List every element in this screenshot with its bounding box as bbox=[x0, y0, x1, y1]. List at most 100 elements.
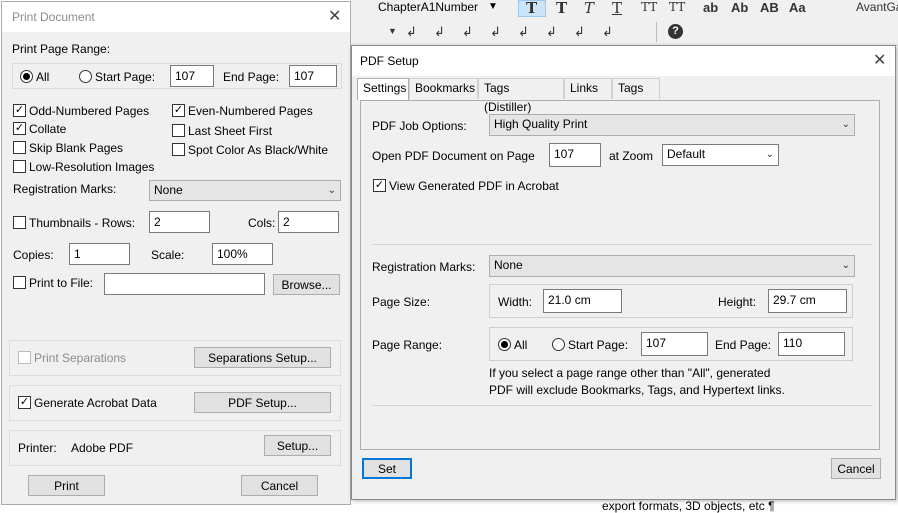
end-page-input[interactable]: 107 bbox=[289, 65, 337, 87]
print-separations-label: Print Separations bbox=[34, 351, 127, 365]
tab-links[interactable]: Links bbox=[564, 78, 612, 99]
printer-label: Printer: bbox=[18, 441, 57, 455]
indent-icon-6[interactable]: ↲ bbox=[546, 24, 557, 40]
indent-icon-8[interactable]: ↲ bbox=[602, 24, 613, 40]
separations-setup-button[interactable]: Separations Setup... bbox=[194, 347, 331, 368]
height-input[interactable]: 29.7 cm bbox=[768, 289, 847, 313]
copies-input[interactable]: 1 bbox=[69, 243, 130, 265]
settings-separator-1 bbox=[372, 244, 872, 245]
indent-icon-5[interactable]: ↲ bbox=[518, 24, 529, 40]
height-label: Height: bbox=[718, 295, 757, 309]
superscript-icon[interactable]: TT bbox=[641, 0, 657, 14]
tab-bookmarks[interactable]: Bookmarks bbox=[409, 78, 478, 99]
italic-icon[interactable]: T bbox=[584, 0, 594, 17]
thumbnails-checkbox[interactable] bbox=[13, 216, 26, 229]
tab-settings[interactable]: Settings bbox=[357, 78, 409, 100]
browse-button[interactable]: Browse... bbox=[273, 274, 340, 295]
indent-icon-4[interactable]: ↲ bbox=[490, 24, 501, 40]
print-to-file-checkbox[interactable] bbox=[13, 276, 26, 289]
set-button[interactable]: Set bbox=[362, 458, 412, 479]
style-dropdown[interactable]: ChapterA1Number ▼ bbox=[374, 0, 502, 16]
pdf-end-page-input[interactable]: 110 bbox=[778, 332, 845, 356]
pdf-all-pages-label: All bbox=[514, 338, 528, 352]
toolbar-divider bbox=[656, 22, 657, 42]
smallcaps-icon[interactable]: Aa bbox=[789, 0, 806, 15]
underline-icon[interactable]: T bbox=[612, 0, 622, 17]
registration-marks-select[interactable]: None ⌄ bbox=[149, 180, 341, 201]
pdf-cancel-button[interactable]: Cancel bbox=[831, 458, 881, 479]
generate-acrobat-checkbox[interactable]: ✓ bbox=[18, 396, 31, 409]
uppercase-icon[interactable]: AB bbox=[760, 0, 779, 15]
pdf-start-page-radio[interactable] bbox=[552, 338, 565, 351]
job-options-select[interactable]: High Quality Print ⌄ bbox=[489, 114, 855, 136]
open-on-page-input[interactable]: 107 bbox=[549, 143, 601, 167]
pdf-start-page-input[interactable]: 107 bbox=[641, 332, 708, 356]
view-generated-checkbox[interactable]: ✓ bbox=[373, 179, 386, 192]
indent-icon-2[interactable]: ↲ bbox=[434, 24, 445, 40]
thumbnail-cols-input[interactable]: 2 bbox=[278, 211, 339, 233]
titlecase-icon[interactable]: Ab bbox=[731, 0, 748, 15]
settings-separator-2 bbox=[372, 405, 872, 406]
collate-checkbox[interactable]: ✓ bbox=[13, 122, 26, 135]
chevron-down-icon: ⌄ bbox=[765, 149, 774, 160]
page-range-note-line-2: PDF will exclude Bookmarks, Tags, and Hy… bbox=[489, 383, 785, 397]
collate-label: Collate bbox=[29, 122, 67, 136]
generate-acrobat-label: Generate Acrobat Data bbox=[34, 396, 157, 410]
width-input[interactable]: 21.0 cm bbox=[543, 289, 622, 313]
odd-pages-label: Odd-Numbered Pages bbox=[29, 104, 150, 118]
indent-icon-3[interactable]: ↲ bbox=[462, 24, 473, 40]
print-dialog-title: Print Document bbox=[12, 10, 95, 24]
close-icon[interactable]: ✕ bbox=[873, 50, 886, 70]
copies-label: Copies: bbox=[13, 248, 54, 262]
zoom-select[interactable]: Default ⌄ bbox=[662, 144, 779, 166]
indent-icon-7[interactable]: ↲ bbox=[574, 24, 585, 40]
chevron-down-icon[interactable]: ▼ bbox=[388, 26, 397, 36]
start-page-radio[interactable] bbox=[79, 70, 92, 83]
start-page-input[interactable]: 107 bbox=[170, 65, 214, 87]
pdf-registration-marks-select[interactable]: None ⌄ bbox=[489, 255, 855, 277]
subscript-icon[interactable]: TT bbox=[669, 0, 685, 14]
tab-tags-distiller[interactable]: Tags (Distiller) bbox=[478, 78, 564, 114]
print-button[interactable]: Print bbox=[28, 475, 105, 496]
help-icon-glyph: ? bbox=[672, 25, 679, 37]
print-separations-checkbox[interactable] bbox=[18, 351, 31, 364]
tab-links-label: Links bbox=[570, 81, 599, 95]
tab-tags-label: Tags bbox=[618, 81, 644, 95]
thumbnail-rows-input[interactable]: 2 bbox=[149, 211, 210, 233]
chevron-down-icon: ⌄ bbox=[841, 119, 850, 130]
close-icon[interactable]: ✕ bbox=[328, 6, 341, 26]
last-sheet-first-label: Last Sheet First bbox=[188, 124, 273, 138]
spot-color-checkbox[interactable] bbox=[172, 143, 185, 156]
help-icon[interactable]: ? bbox=[668, 24, 683, 39]
registration-marks-value: None bbox=[154, 183, 183, 197]
text-style-icon-2[interactable]: T bbox=[556, 0, 567, 17]
pdf-setup-button[interactable]: PDF Setup... bbox=[194, 392, 331, 413]
printer-setup-button[interactable]: Setup... bbox=[264, 435, 331, 456]
pdf-end-page-label: End Page: bbox=[715, 338, 772, 352]
start-page-label: Start Page: bbox=[95, 70, 156, 84]
low-res-checkbox[interactable] bbox=[13, 160, 26, 173]
tab-tags[interactable]: Tags bbox=[612, 78, 660, 99]
skip-blank-checkbox[interactable] bbox=[13, 141, 26, 154]
chevron-down-icon: ▼ bbox=[488, 1, 498, 12]
tab-bookmarks-label: Bookmarks bbox=[415, 81, 476, 95]
odd-pages-checkbox[interactable]: ✓ bbox=[13, 104, 26, 117]
print-to-file-label: Print to File: bbox=[29, 276, 94, 290]
job-options-label: PDF Job Options: bbox=[372, 119, 467, 133]
page-size-label: Page Size: bbox=[372, 295, 431, 309]
chevron-down-icon: ⌄ bbox=[327, 185, 336, 196]
all-pages-radio[interactable] bbox=[20, 70, 33, 83]
print-to-file-input[interactable] bbox=[104, 273, 265, 295]
lowercase-icon[interactable]: ab bbox=[703, 0, 718, 15]
even-pages-label: Even-Numbered Pages bbox=[188, 104, 313, 118]
text-style-icon-1[interactable]: T bbox=[526, 0, 537, 17]
at-zoom-label: at Zoom bbox=[609, 149, 654, 163]
even-pages-checkbox[interactable]: ✓ bbox=[172, 104, 185, 117]
print-cancel-button[interactable]: Cancel bbox=[241, 475, 318, 496]
last-sheet-first-checkbox[interactable] bbox=[172, 124, 185, 137]
indent-icon-1[interactable]: ↲ bbox=[406, 24, 417, 40]
font-name-field[interactable]: AvantGa bbox=[856, 0, 898, 14]
open-on-page-label: Open PDF Document on Page bbox=[372, 149, 535, 163]
scale-input[interactable]: 100% bbox=[212, 243, 273, 265]
pdf-all-pages-radio[interactable] bbox=[498, 338, 511, 351]
